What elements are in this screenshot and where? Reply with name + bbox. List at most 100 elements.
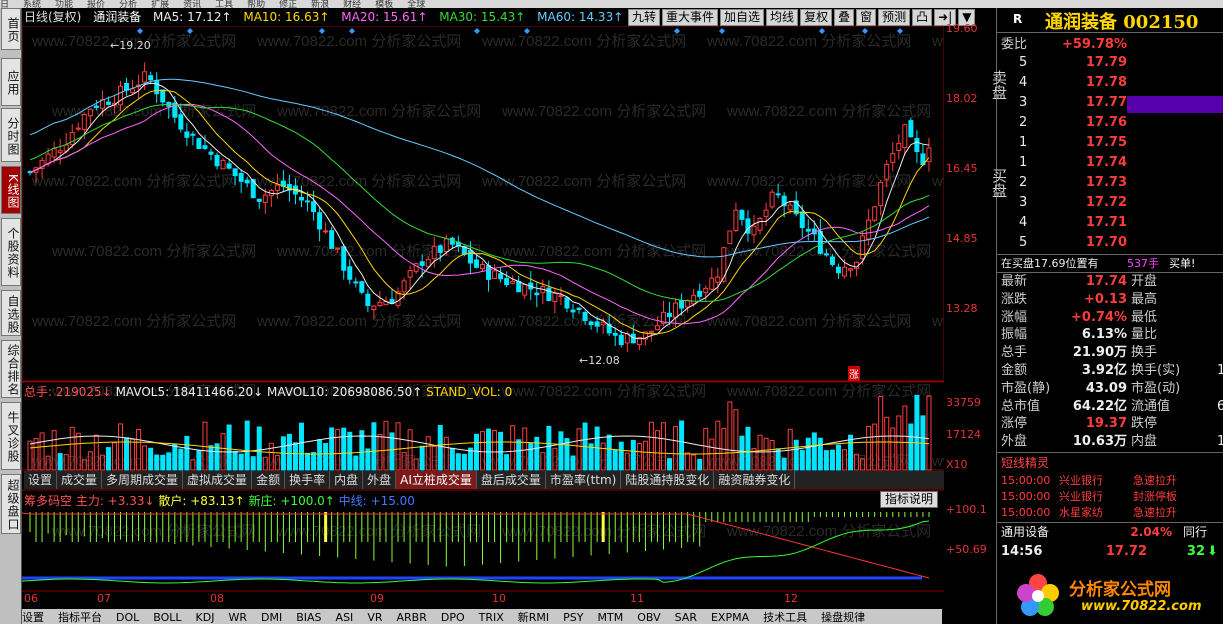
indicator-tab[interactable]: BOLL	[153, 611, 181, 624]
tool-button[interactable]: 复权	[800, 9, 833, 26]
menu-item[interactable]: 资讯	[183, 0, 201, 8]
volume-bar	[184, 435, 190, 471]
subtab[interactable]: 多周期成交量	[102, 471, 184, 489]
subtab[interactable]: 虚拟成交量	[183, 471, 253, 489]
subtab[interactable]: 成交量	[57, 471, 103, 489]
indicator-tab[interactable]: TRIX	[479, 611, 504, 624]
menu-item[interactable]: 分析	[119, 0, 137, 8]
indicator-tab[interactable]: 指标平台	[58, 611, 102, 624]
subtab[interactable]: AI立桩成交量	[396, 471, 477, 489]
indicator-tab[interactable]: 操盘规律	[821, 611, 865, 624]
indicator-tab[interactable]: KDJ	[196, 611, 215, 624]
menu-item[interactable]: 模板	[375, 0, 393, 8]
buy-row[interactable]: 3 17.72	[997, 194, 1223, 212]
nav-3[interactable]: K线图	[1, 166, 21, 214]
tool-button[interactable]: 凸	[912, 9, 933, 26]
buy-row[interactable]: 1 17.74	[997, 154, 1223, 172]
industry-name[interactable]: 通用设备	[1001, 523, 1049, 541]
menu-item[interactable]: 帮助	[247, 0, 265, 8]
indicator-tab[interactable]: OBV	[637, 611, 660, 624]
nav-2[interactable]: 分时图	[1, 108, 21, 162]
stock-title: 通润装备 002150	[1045, 12, 1199, 33]
indicator-tab[interactable]: BIAS	[296, 611, 321, 624]
buy-row[interactable]: 2 17.73	[997, 174, 1223, 192]
nav-7[interactable]: 牛叉诊股	[1, 402, 21, 470]
buy-row[interactable]: 5 17.70	[997, 234, 1223, 252]
menu-item[interactable]: 系统	[23, 0, 41, 8]
indicator-tab[interactable]: DOL	[116, 611, 139, 624]
stat-value: 3.92亿	[1081, 363, 1127, 378]
indicator-tab[interactable]: WR	[228, 611, 247, 624]
nav-5[interactable]: 自选股	[1, 290, 21, 336]
candle	[908, 120, 914, 138]
menu-item[interactable]: 财经	[343, 0, 361, 8]
subtab[interactable]: 陆股通持股变化	[621, 471, 715, 489]
indicator-tab[interactable]: DPO	[441, 611, 465, 624]
indicator-tab[interactable]: 设置	[22, 611, 44, 624]
tool-button[interactable]: 叠	[834, 9, 855, 26]
tool-button[interactable]: 窗	[856, 9, 877, 26]
indicator-tab[interactable]: VR	[367, 611, 382, 624]
indicator-tab[interactable]: 技术工具	[763, 611, 807, 624]
indicator-tab[interactable]: SAR	[675, 611, 697, 624]
volume-bar	[329, 427, 335, 471]
volume-bar	[299, 422, 304, 471]
subtab[interactable]: 换手率	[285, 471, 331, 489]
volume-bar	[353, 455, 359, 471]
indicator-tab[interactable]: DMI	[261, 611, 282, 624]
menu-item[interactable]: 修正	[279, 0, 297, 8]
spirit-row[interactable]: 15:00:00 水星家纺 急速拉升	[997, 504, 1223, 522]
sell-row[interactable]: 4 17.78	[997, 74, 1223, 92]
subtab[interactable]: 内盘	[330, 471, 364, 489]
candle	[486, 265, 492, 280]
tool-button[interactable]: 预测	[878, 9, 911, 26]
menu-item[interactable]: 全球	[407, 0, 425, 8]
menu-item[interactable]: 日	[0, 0, 9, 8]
tool-button[interactable]: 均线	[766, 9, 799, 26]
menu-item[interactable]: 新浪	[311, 0, 329, 8]
svg-text:www.70822.com 分析家公式网: www.70822.com 分析家公式网	[726, 243, 931, 260]
indicator-tab[interactable]: EXPMA	[711, 611, 749, 624]
subtab[interactable]: 市盈率(ttm)	[546, 471, 622, 489]
subtab[interactable]: 设置	[24, 471, 58, 489]
candle	[685, 299, 691, 308]
indicator-tab[interactable]: 新RMI	[518, 611, 549, 624]
indicator-tab[interactable]: PSY	[563, 611, 583, 624]
vol-axis-1: 17124	[946, 428, 981, 441]
candle	[763, 209, 769, 217]
candle	[256, 198, 262, 202]
volume-bar	[848, 434, 854, 471]
buy-row[interactable]: 4 17.71	[997, 214, 1223, 232]
chart-area[interactable]: www.70822.com 分析家公式网 www.70822.com 分析家公式网…	[22, 26, 944, 611]
menu-item[interactable]: 工具	[215, 0, 233, 8]
subtab[interactable]: 盘后成交量	[477, 471, 546, 489]
indicator-tab[interactable]: ASI	[336, 611, 354, 624]
sell-level: 5	[1019, 55, 1028, 70]
indicator-desc-button[interactable]: 指标说明	[880, 491, 939, 508]
indicator-tab[interactable]: MTM	[598, 611, 624, 624]
menu-item[interactable]: 功能	[55, 0, 73, 8]
period-label[interactable]: 日线(复权)	[24, 10, 81, 24]
candle	[703, 287, 709, 294]
menu-item[interactable]: 报价	[87, 0, 105, 8]
indicator-tab[interactable]: ARBR	[396, 611, 426, 624]
sell3-volume-bar	[1127, 96, 1223, 113]
subtab[interactable]: 金额	[252, 471, 286, 489]
menu-item[interactable]: 扩展	[151, 0, 169, 8]
nav-8[interactable]: 超级盘口	[1, 474, 21, 534]
tool-button[interactable]: 重大事件	[662, 9, 719, 26]
sell-row[interactable]: 2 17.76	[997, 114, 1223, 132]
candle	[679, 300, 685, 309]
nav-4[interactable]: 个股资料	[1, 218, 21, 286]
nav-6[interactable]: 综合排名	[1, 340, 21, 398]
subtab[interactable]: 外盘	[363, 471, 397, 489]
nav-1[interactable]: 应用	[1, 58, 21, 106]
tool-button[interactable]: 加自选	[720, 9, 765, 26]
subtab[interactable]: 融资融券变化	[714, 471, 796, 489]
vol-axis-0: 33759	[946, 396, 981, 409]
sell-row[interactable]: 1 17.75	[997, 134, 1223, 152]
nav-0[interactable]: 首页	[1, 8, 21, 50]
sell-row[interactable]: 5 17.79	[997, 54, 1223, 72]
tool-button[interactable]: 九转	[628, 9, 661, 26]
industry-more[interactable]: 同行	[1183, 523, 1207, 541]
